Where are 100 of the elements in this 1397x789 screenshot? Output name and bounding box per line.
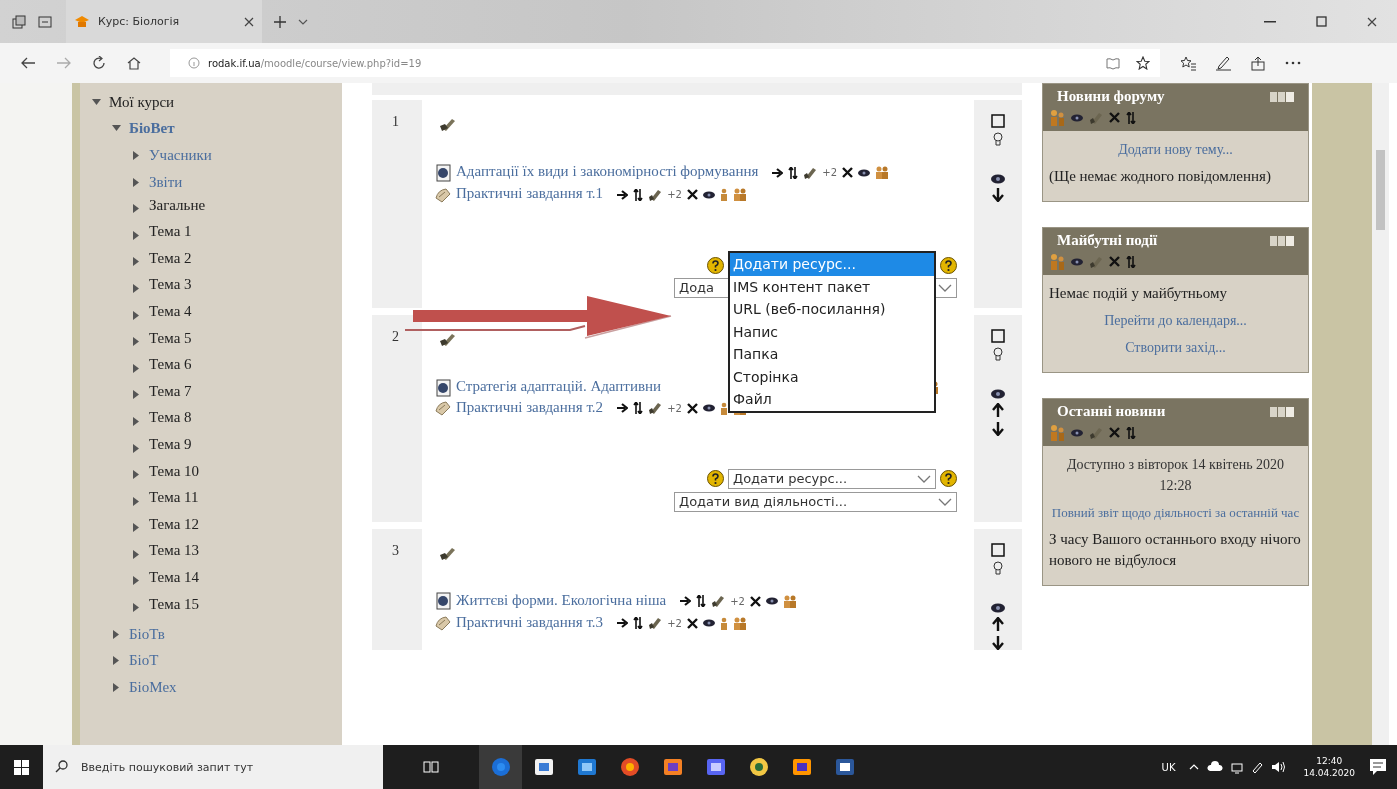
chevron-up-icon[interactable] [1189,763,1200,771]
caret-icon[interactable] [132,603,141,613]
back-icon[interactable] [20,57,36,69]
caret-icon[interactable] [132,337,141,347]
highlight-icon[interactable] [991,542,1005,557]
arrow-down-icon[interactable] [992,635,1004,650]
app-icon[interactable] [705,757,726,777]
edit-icon[interactable] [439,331,457,347]
eye-icon[interactable] [991,602,1005,613]
address-field[interactable]: rodak.if.ua/moodle/course/view.php?id=19 [170,49,1160,77]
dropdown-option[interactable]: Напис [730,320,934,343]
up-down-arrows-icon[interactable] [696,595,707,608]
dropdown-option[interactable]: Сторінка [730,365,934,388]
eye-icon[interactable] [702,404,715,413]
search-box[interactable]: Введіть пошуковий запит тут [43,745,383,789]
minimize-icon[interactable] [1264,20,1276,23]
resource-link[interactable]: Адаптації їх види і закономірності формування [456,163,759,179]
refresh-icon[interactable] [92,56,106,70]
tree-item[interactable]: Тема 5 [149,329,192,347]
resource-link[interactable]: Практичні завдання т.1 [456,185,604,201]
caret-icon[interactable] [132,257,141,267]
caret-icon[interactable] [112,682,121,692]
dropdown-option[interactable]: Папка [730,343,934,366]
language-indicator[interactable]: UK [1161,761,1176,773]
move-icon[interactable] [772,167,784,178]
highlight-icon[interactable] [991,329,1005,343]
activity-select[interactable]: Додати вид діяльності... [674,491,957,512]
move-icon[interactable] [617,618,629,629]
app-icon[interactable] [662,757,683,777]
tree-item[interactable]: Тема 9 [149,436,192,453]
close-icon[interactable] [1367,16,1377,27]
resource-link[interactable]: Життєві форми. Екологічна ніша [456,591,667,608]
highlight-icon[interactable] [991,114,1005,128]
eye-icon[interactable] [991,174,1005,184]
caret-icon[interactable] [132,390,141,400]
edit-icon[interactable] [648,401,663,416]
tree-item[interactable]: Тема 6 [149,356,192,374]
new-tab-icon[interactable] [274,15,286,28]
clock-time[interactable]: 12:40 [1316,755,1343,767]
caret-icon[interactable] [132,283,141,293]
tabs-icon[interactable] [12,14,26,29]
tree-item[interactable]: Тема 8 [149,409,192,427]
tree-link[interactable]: БіоМех [129,678,177,696]
maximize-icon[interactable] [1316,16,1327,27]
tree-item[interactable]: Тема 13 [149,542,200,560]
edit-icon[interactable] [648,187,663,202]
eye-icon[interactable] [702,190,715,199]
tree-item[interactable]: Тема 7 [149,382,192,400]
app-icon[interactable] [834,757,855,777]
pen-icon[interactable] [1216,55,1231,71]
grid-icon[interactable] [1270,235,1294,246]
arrow-down-icon[interactable] [992,422,1004,436]
block-link[interactable]: Створити захід... [1049,337,1302,358]
volume-icon[interactable] [1271,760,1288,774]
more-icon[interactable] [1285,61,1301,65]
caret-icon[interactable] [132,151,141,160]
block-link[interactable]: Додати нову тему... [1049,139,1302,160]
start-icon[interactable] [14,759,29,775]
caret-icon[interactable] [112,124,121,134]
favorites-icon[interactable] [1180,55,1196,71]
eye-icon[interactable] [858,168,871,177]
caret-icon[interactable] [112,629,121,639]
grid-icon[interactable] [1270,91,1294,102]
dropdown-option[interactable]: Файл [730,388,934,411]
tree-link[interactable]: Звіти [149,173,183,191]
edit-icon[interactable] [803,165,818,180]
resource-select[interactable]: Додати ресурс... [728,468,936,489]
grid-icon[interactable] [1270,406,1294,417]
help-icon[interactable] [940,256,957,274]
resource-link[interactable]: Практичні завдання т.2 [456,398,604,415]
move-icon[interactable] [680,596,692,607]
caret-icon[interactable] [92,97,101,107]
tree-item[interactable]: Загальне [149,196,206,214]
delete-icon[interactable] [749,595,761,607]
arrow-down-icon[interactable] [992,188,1004,202]
caret-icon[interactable] [132,443,141,453]
task-view-icon[interactable] [423,760,439,774]
chevron-down-icon[interactable] [298,18,308,25]
caret-icon[interactable] [132,177,141,187]
app-icon[interactable] [533,757,554,777]
eye-icon[interactable] [702,619,715,628]
up-down-arrows-icon[interactable] [633,402,644,415]
lightbulb-icon[interactable] [993,132,1003,146]
delete-icon[interactable] [686,402,698,414]
move-icon[interactable] [617,189,629,200]
cloud-icon[interactable] [1207,761,1224,773]
delete-icon[interactable] [842,167,854,179]
tree-item[interactable]: Тема 14 [149,569,200,586]
caret-icon[interactable] [132,496,141,506]
app-icon[interactable] [619,757,640,777]
edit-icon[interactable] [648,616,663,631]
clock-date[interactable]: 14.04.2020 [1303,767,1355,779]
caret-icon[interactable] [132,230,141,240]
caret-icon[interactable] [132,363,141,373]
home-icon[interactable] [126,56,142,70]
tree-item[interactable]: Тема 3 [149,276,192,294]
tree-item[interactable]: Тема 12 [149,515,200,533]
scrollbar-thumb[interactable] [1376,150,1385,230]
delete-icon[interactable] [686,617,698,629]
tree-item[interactable]: Тема 11 [149,489,199,507]
